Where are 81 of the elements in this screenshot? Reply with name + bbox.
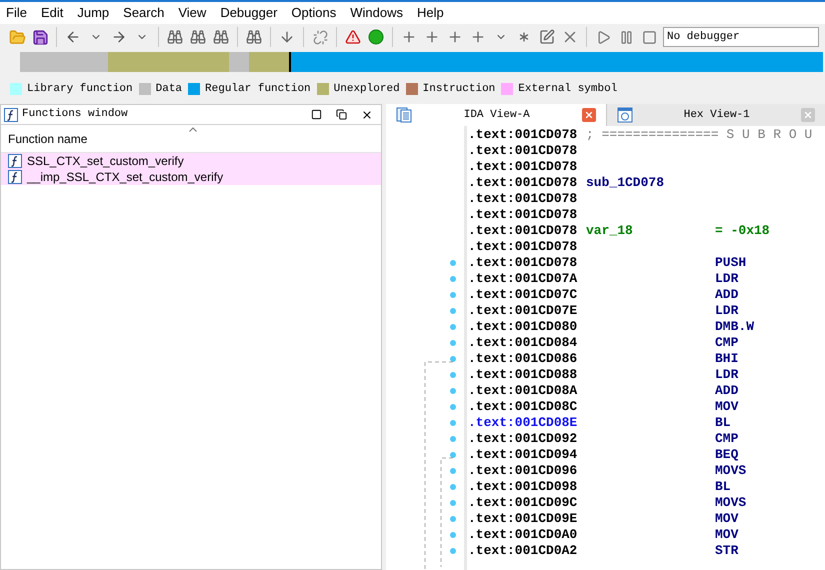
legend-label: Unexplored: [334, 82, 400, 97]
code-address: .text:001CD078: [468, 127, 578, 143]
maximize-icon[interactable]: [311, 109, 322, 120]
code-mnemonic: STR: [715, 543, 738, 559]
code-address: .text:001CD07A: [468, 271, 578, 287]
debugger-select[interactable]: No debugger: [663, 27, 819, 47]
code-mnemonic: MOV: [715, 511, 738, 527]
sort-caret-icon: [189, 127, 197, 132]
code-mnemonic: DMB.W: [715, 319, 754, 335]
column-header[interactable]: Function name: [8, 130, 88, 148]
code-comment: ; =============== S U B R O U: [586, 127, 812, 143]
menu-item[interactable]: Search: [123, 3, 164, 23]
function-row[interactable]: __imp_SSL_CTX_set_custom_verify: [1, 169, 381, 185]
code-mnemonic: ADD: [715, 287, 738, 303]
code-mnemonic: CMP: [715, 335, 738, 351]
view-tab[interactable]: IDA View-A: [386, 104, 606, 126]
code-address: .text:001CD078: [468, 159, 578, 175]
code-address: .text:001CD088: [468, 367, 578, 383]
code-address: .text:001CD080: [468, 319, 578, 335]
code-address: .text:001CD098: [468, 479, 578, 495]
menu-item[interactable]: File: [6, 3, 27, 23]
code-mnemonic: MOV: [715, 399, 738, 415]
code-address: .text:001CD08E: [468, 415, 578, 431]
code-address: .text:001CD08C: [468, 399, 578, 415]
code-address: .text:001CD07E: [468, 303, 578, 319]
restore-icon[interactable]: [336, 109, 347, 120]
code-variable: var_18: [586, 223, 634, 239]
code-address: .text:001CD078: [468, 223, 578, 239]
code-mnemonic: PUSH: [715, 255, 746, 271]
code-address: .text:001CD078: [468, 143, 578, 159]
code-mnemonic: BHI: [715, 351, 738, 367]
menu-item[interactable]: Windows: [350, 3, 403, 23]
legend-label: Instruction: [422, 82, 496, 97]
function-row[interactable]: SSL_CTX_set_custom_verify: [1, 153, 381, 169]
code-address: .text:001CD078: [468, 175, 578, 191]
code-address: .text:001CD078: [468, 255, 578, 271]
function-icon: [8, 154, 22, 168]
code-mnemonic: LDR: [715, 271, 738, 287]
code-address: .text:001CD078: [468, 207, 578, 223]
code-address: .text:001CD09C: [468, 495, 578, 511]
code-address: .text:001CD094: [468, 447, 578, 463]
legend-label: External symbol: [518, 82, 618, 97]
code-address: .text:001CD078: [468, 191, 578, 207]
code-mnemonic: LDR: [715, 367, 738, 383]
legend-label: Library function: [27, 82, 133, 97]
code-mnemonic: LDR: [715, 303, 738, 319]
code-address: .text:001CD09E: [468, 511, 578, 527]
code-address: .text:001CD0A0: [468, 527, 578, 543]
function-icon: [4, 108, 18, 122]
code-mnemonic: MOVS: [715, 495, 746, 511]
code-mnemonic: ADD: [715, 383, 738, 399]
code-mnemonic: MOV: [715, 527, 738, 543]
code-address: .text:001CD07C: [468, 287, 578, 303]
code-mnemonic: BEQ: [715, 447, 738, 463]
code-address: .text:001CD078: [468, 239, 578, 255]
close-icon[interactable]: [361, 108, 373, 120]
code-address: .text:001CD092: [468, 431, 578, 447]
code-mnemonic: BL: [715, 479, 731, 495]
menu-item[interactable]: Options: [291, 3, 336, 23]
code-address: .text:001CD084: [468, 335, 578, 351]
view-tab[interactable]: Hex View-1: [606, 104, 825, 126]
panel-title: Functions window: [22, 107, 129, 122]
code-mnemonic: CMP: [715, 431, 738, 447]
menu-item[interactable]: Debugger: [220, 3, 278, 23]
window-icon: [616, 107, 632, 123]
legend-label: Regular function: [205, 82, 311, 97]
menu-item[interactable]: Jump: [77, 3, 110, 23]
code-address: .text:001CD096: [468, 463, 578, 479]
function-icon: [8, 170, 22, 184]
code-mnemonic: MOVS: [715, 463, 746, 479]
code-label: sub_1CD078: [586, 175, 664, 191]
menu-item[interactable]: Edit: [40, 3, 64, 23]
code-address: .text:001CD08A: [468, 383, 578, 399]
document-icon: [396, 107, 412, 123]
code-value: = -0x18: [715, 223, 770, 239]
legend-label: Data: [156, 82, 182, 97]
code-address: .text:001CD0A2: [468, 543, 578, 559]
menu-item[interactable]: Help: [416, 3, 444, 23]
code-mnemonic: BL: [715, 415, 731, 431]
code-address: .text:001CD086: [468, 351, 578, 367]
menu-item[interactable]: View: [178, 3, 206, 23]
